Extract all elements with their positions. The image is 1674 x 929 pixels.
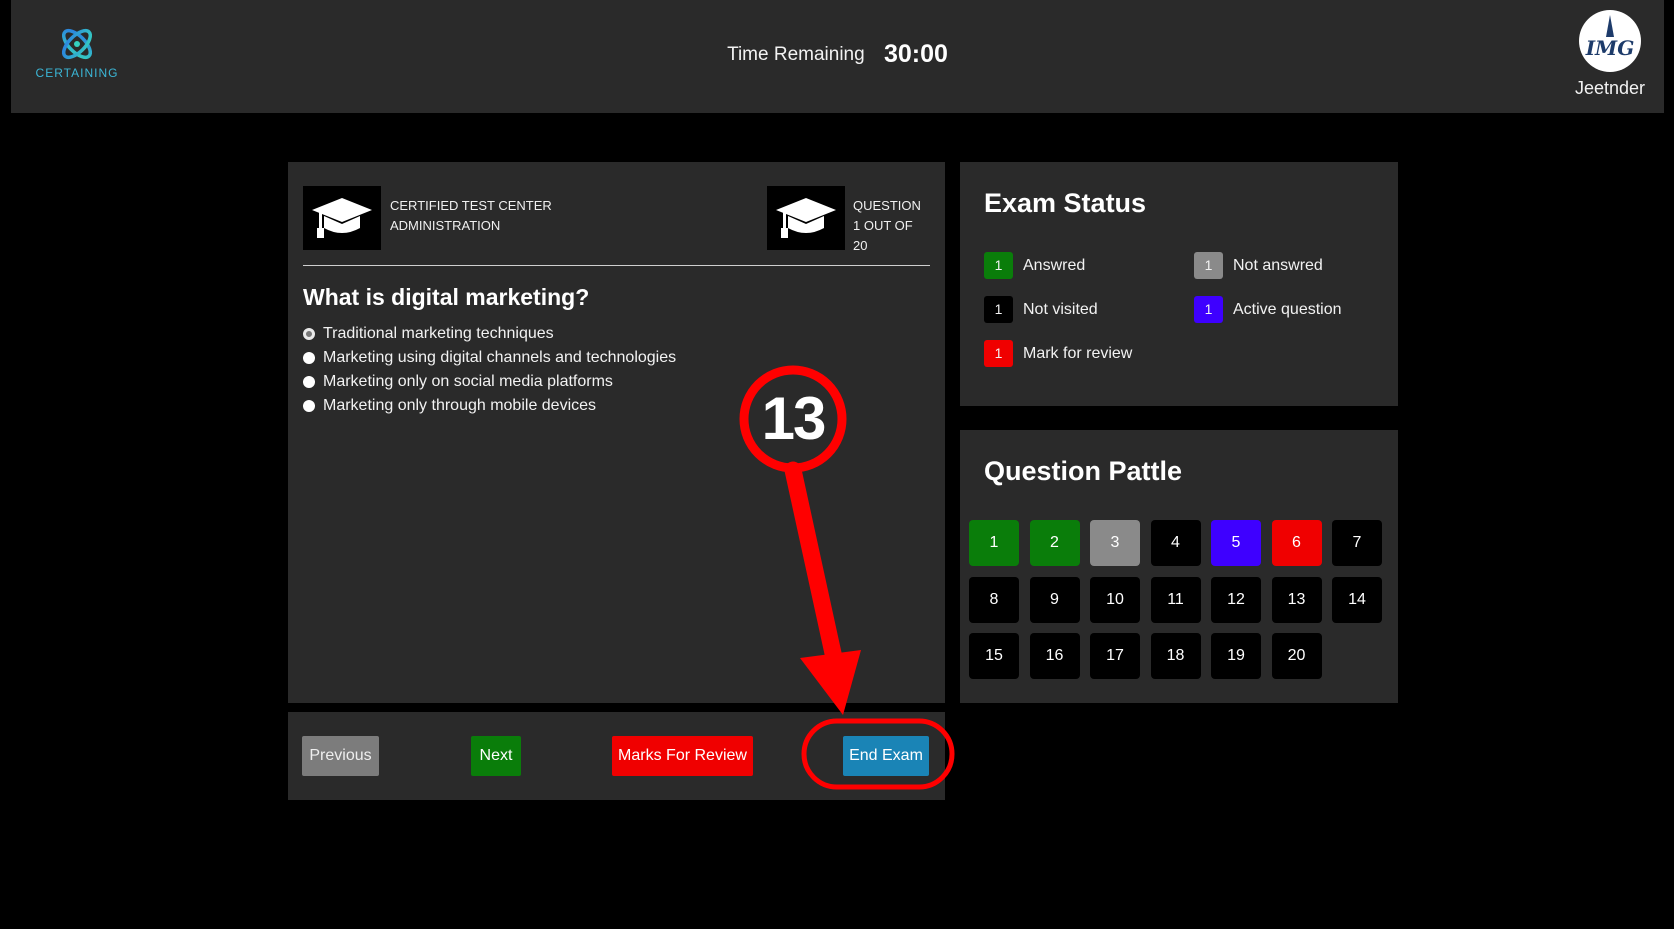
action-bar: Previous Next Marks For Review End Exam	[288, 712, 945, 800]
legend-label: Not visited	[1023, 300, 1098, 318]
option-label: Marketing only on social media platforms	[323, 373, 613, 390]
username: Jeetnder	[1574, 78, 1646, 98]
question-counter: QUESTION 1 OUT OF 20	[853, 198, 921, 253]
question-palette-item-18[interactable]: 18	[1150, 633, 1201, 679]
question-palette-item-4[interactable]: 4	[1150, 520, 1201, 566]
answer-options: Traditional marketing techniques Marketi…	[303, 322, 676, 418]
question-palette-item-20[interactable]: 20	[1271, 633, 1322, 679]
question-palette-item-2[interactable]: 2	[1029, 520, 1080, 566]
question-palette-item-12[interactable]: 12	[1211, 576, 1261, 623]
legend-active-question: 1 Active question	[1194, 296, 1342, 323]
legend-not-answered: 1 Not answred	[1194, 252, 1323, 279]
legend-chip: 1	[984, 252, 1013, 279]
legend-label: Active question	[1233, 300, 1342, 318]
option-label: Marketing only through mobile devices	[323, 397, 597, 414]
graduation-cap-icon	[303, 186, 381, 250]
timer-label: Time Remaining	[727, 44, 865, 65]
radio-button[interactable]	[303, 400, 315, 412]
question-palette-item-17[interactable]: 17	[1090, 633, 1140, 679]
question-palette-item-5[interactable]: 5	[1211, 520, 1261, 566]
test-center-label: CERTIFIED TEST CENTER ADMINISTRATION	[390, 198, 552, 233]
legend-mark-for-review: 1 Mark for review	[984, 340, 1132, 367]
option-label: Marketing using digital channels and tec…	[323, 349, 677, 366]
legend-label: Answred	[1023, 256, 1086, 274]
question-palette-item-1[interactable]: 1	[969, 520, 1019, 566]
legend-chip: 1	[1194, 252, 1223, 279]
question-palette-item-16[interactable]: 16	[1029, 633, 1080, 679]
answer-option[interactable]: Marketing using digital channels and tec…	[303, 346, 676, 370]
question-palette-item-9[interactable]: 9	[1029, 576, 1080, 623]
end-exam-button[interactable]: End Exam	[843, 736, 929, 776]
question-palette-item-10[interactable]: 10	[1090, 576, 1140, 623]
question-palette-title: Question Pattle	[984, 456, 1183, 486]
answer-option[interactable]: Marketing only through mobile devices	[303, 394, 676, 418]
radio-button[interactable]	[303, 352, 315, 364]
legend-label: Not answred	[1233, 256, 1323, 274]
question-palette-item-7[interactable]: 7	[1332, 520, 1382, 566]
user-profile[interactable]: IMG Jeetnder	[1570, 10, 1650, 99]
radio-button[interactable]	[303, 328, 315, 340]
exam-status-title: Exam Status	[984, 188, 1147, 218]
mark-for-review-button[interactable]: Marks For Review	[612, 736, 753, 776]
spire-icon	[1606, 15, 1614, 37]
legend-answered: 1 Answred	[984, 252, 1085, 279]
top-bar: CERTAINING Time Remaining 30:00 IMG Jeet…	[11, 0, 1664, 113]
answer-option[interactable]: Traditional marketing techniques	[303, 322, 676, 346]
legend-not-visited: 1 Not visited	[984, 296, 1098, 323]
question-header: CERTIFIED TEST CENTER ADMINISTRATION QUE…	[303, 186, 930, 266]
question-palette-item-13[interactable]: 13	[1271, 576, 1322, 623]
legend-chip: 1	[984, 340, 1013, 367]
legend-chip: 1	[984, 296, 1013, 323]
question-palette-item-15[interactable]: 15	[969, 633, 1019, 679]
question-palette-item-11[interactable]: 11	[1150, 576, 1201, 623]
avatar[interactable]: IMG	[1579, 10, 1641, 72]
question-palette-item-8[interactable]: 8	[969, 576, 1019, 623]
legend-chip: 1	[1194, 296, 1223, 323]
timer: Time Remaining 30:00	[11, 40, 1664, 69]
graduation-cap-icon	[767, 186, 845, 250]
previous-button[interactable]: Previous	[302, 736, 379, 776]
question-palette-panel: Question Pattle 1 2 3 4 5 6 7 8 9 10 11 12 13 14 15 16 1…	[960, 430, 1398, 703]
step-number: 13	[761, 385, 827, 452]
question-text: What is digital marketing?	[303, 284, 590, 310]
radio-button[interactable]	[303, 376, 315, 388]
avatar-text: IMG	[1585, 36, 1635, 60]
question-palette-item-19[interactable]: 19	[1211, 633, 1261, 679]
question-palette-item-3[interactable]: 3	[1090, 520, 1140, 566]
option-label: Traditional marketing techniques	[323, 325, 554, 342]
answer-option[interactable]: Marketing only on social media platforms	[303, 370, 676, 394]
question-palette-item-6[interactable]: 6	[1271, 520, 1322, 566]
question-palette-item-14[interactable]: 14	[1332, 576, 1382, 623]
legend-label: Mark for review	[1023, 344, 1133, 362]
question-panel: CERTIFIED TEST CENTER ADMINISTRATION QUE…	[288, 162, 945, 703]
next-button[interactable]: Next	[471, 736, 521, 776]
question-palette-grid: 1 2 3 4 5 6 7 8 9 10 11 12 13 14 15 16 17 18 19 20	[969, 520, 1385, 688]
timer-value: 30:00	[883, 40, 948, 68]
exam-status-panel: Exam Status 1 Answred 1 Not answred 1 No…	[960, 162, 1398, 406]
